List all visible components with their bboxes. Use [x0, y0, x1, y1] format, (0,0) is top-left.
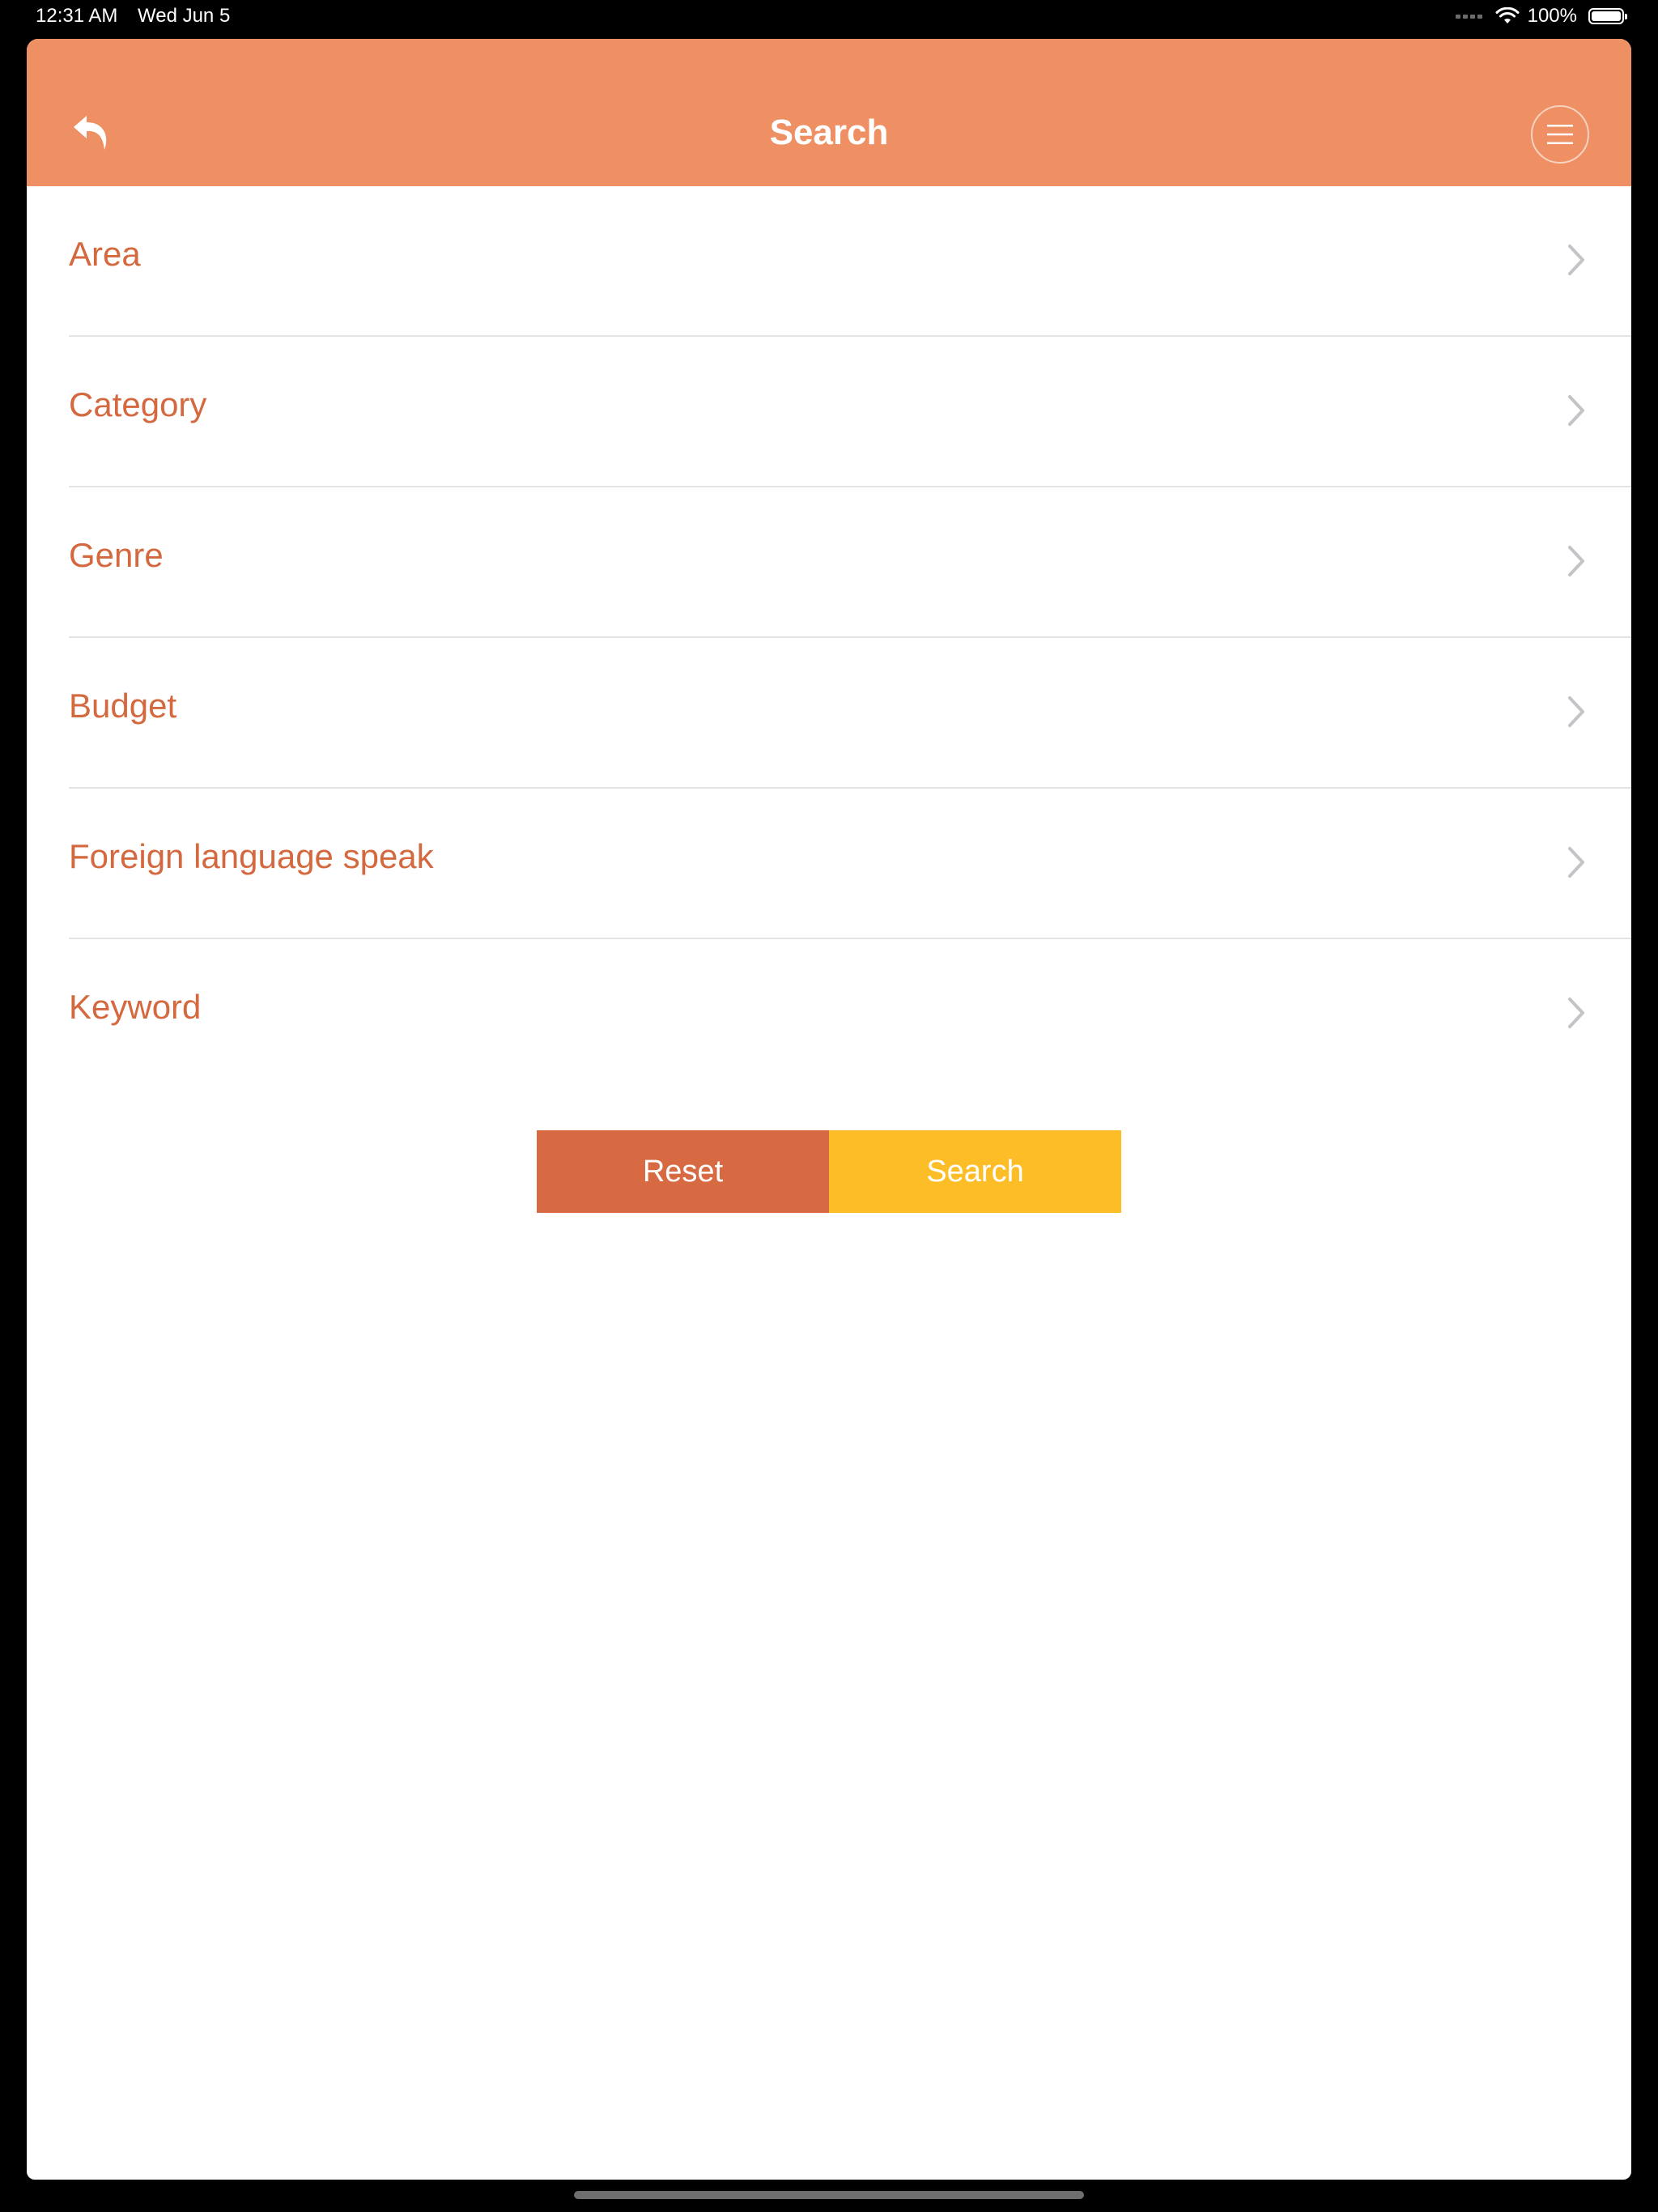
filter-label: Budget — [69, 687, 177, 725]
chevron-right-icon — [1568, 998, 1584, 1028]
battery-percent: 100% — [1527, 5, 1577, 27]
chevron-right-icon — [1568, 245, 1584, 275]
status-bar: 12:31 AM Wed Jun 5 100% — [0, 0, 1658, 32]
hamburger-menu-icon — [1547, 125, 1573, 144]
filter-row-keyword[interactable]: Keyword — [27, 939, 1631, 1090]
filter-label: Keyword — [69, 988, 202, 1026]
filter-row-area[interactable]: Area — [27, 186, 1631, 337]
action-buttons: Reset Search — [537, 1130, 1121, 1213]
app-window: Search Area Category Genre Budget Foreig… — [27, 39, 1631, 2180]
filter-row-category[interactable]: Category — [27, 337, 1631, 487]
chevron-right-icon — [1568, 847, 1584, 878]
navigation-bar: Search — [27, 39, 1631, 186]
filter-row-genre[interactable]: Genre — [27, 487, 1631, 638]
status-indicators: 100% — [1455, 5, 1627, 28]
filter-row-budget[interactable]: Budget — [27, 638, 1631, 789]
reset-button[interactable]: Reset — [537, 1130, 829, 1213]
filter-row-foreign-language[interactable]: Foreign language speak — [27, 789, 1631, 939]
menu-button[interactable] — [1531, 105, 1589, 164]
search-filter-list: Area Category Genre Budget Foreign langu… — [27, 186, 1631, 1090]
chevron-right-icon — [1568, 546, 1584, 576]
battery-fill — [1592, 11, 1621, 21]
chevron-right-icon — [1568, 696, 1584, 727]
filter-label: Area — [69, 235, 141, 273]
status-time: 12:31 AM — [36, 5, 118, 27]
cellular-signal-icon — [1455, 14, 1482, 19]
wifi-icon — [1495, 7, 1520, 23]
home-indicator[interactable] — [574, 2191, 1084, 2199]
status-date: Wed Jun 5 — [138, 5, 231, 27]
filter-label: Category — [69, 385, 207, 423]
chevron-right-icon — [1568, 395, 1584, 426]
page-title: Search — [769, 113, 889, 152]
filter-label: Foreign language speak — [69, 837, 434, 875]
battery-icon — [1588, 8, 1627, 24]
search-button[interactable]: Search — [829, 1130, 1121, 1213]
filter-label: Genre — [69, 536, 164, 574]
